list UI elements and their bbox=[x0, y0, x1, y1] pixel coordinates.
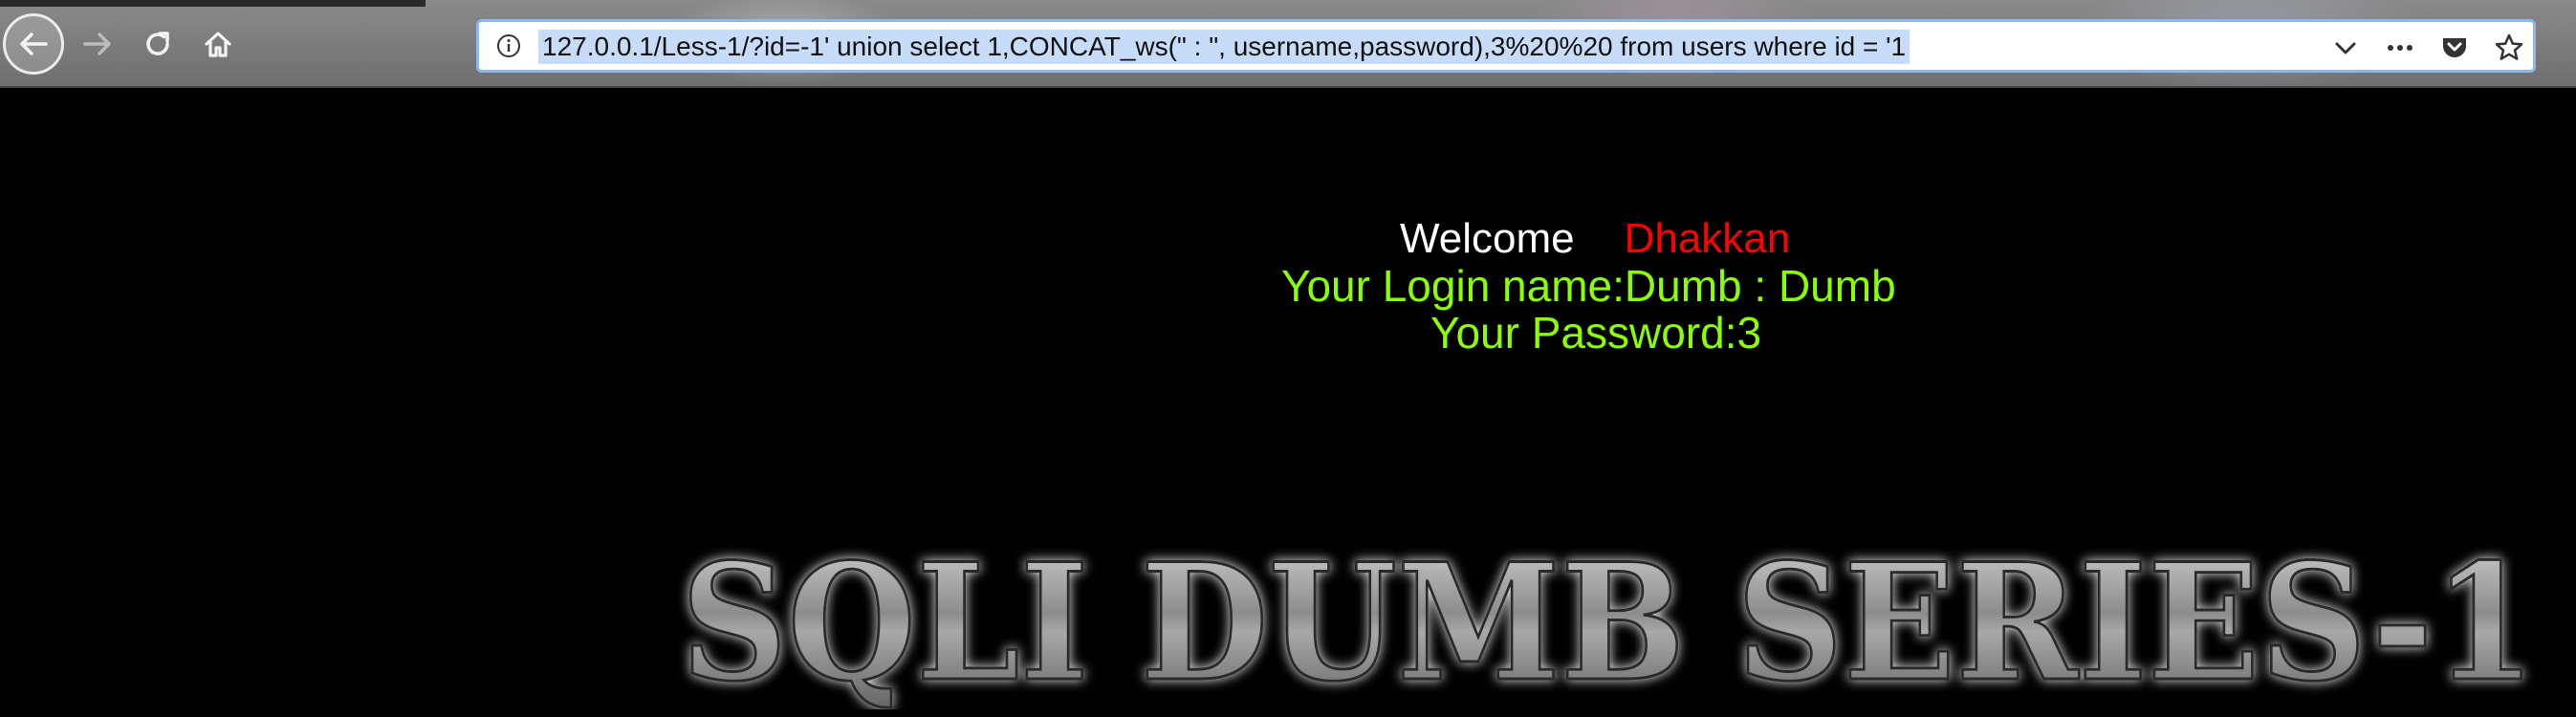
reload-button[interactable] bbox=[127, 13, 188, 75]
info-icon[interactable] bbox=[496, 33, 521, 58]
back-button[interactable] bbox=[3, 13, 64, 75]
bookmark-button[interactable] bbox=[2493, 32, 2525, 64]
back-arrow-icon bbox=[20, 33, 48, 55]
star-icon bbox=[2495, 33, 2523, 60]
sqli-dumb-series-banner: SQLI DUMB SERIES-1 bbox=[680, 537, 2538, 709]
password-result: Your Password:3 bbox=[1430, 308, 1762, 358]
url-bar[interactable]: 127.0.0.1/Less-1/?id=-1' union select 1,… bbox=[476, 19, 2536, 73]
chevron-down-icon bbox=[2335, 42, 2356, 54]
forward-arrow-icon bbox=[83, 33, 111, 55]
welcome-label: Welcome bbox=[1400, 215, 1575, 262]
reload-icon bbox=[146, 32, 169, 55]
home-button[interactable] bbox=[187, 13, 249, 75]
welcome-line: Welcome Dhakkan bbox=[1400, 215, 1790, 263]
welcome-name: Dhakkan bbox=[1624, 215, 1791, 262]
more-icon bbox=[2388, 45, 2412, 51]
tab-strip-edge bbox=[0, 0, 426, 7]
url-text[interactable]: 127.0.0.1/Less-1/?id=-1' union select 1,… bbox=[538, 30, 1910, 64]
url-dropdown-button[interactable] bbox=[2329, 32, 2362, 64]
banner-text: SQLI DUMB SERIES-1 bbox=[681, 537, 2536, 709]
pocket-button[interactable] bbox=[2438, 32, 2471, 64]
home-icon bbox=[205, 32, 231, 57]
login-name-result: Your Login name:Dumb : Dumb bbox=[1281, 261, 1896, 311]
forward-button[interactable] bbox=[67, 13, 128, 75]
page-actions-button[interactable] bbox=[2384, 32, 2416, 64]
pocket-icon bbox=[2443, 38, 2466, 57]
page-content: Welcome Dhakkan Your Login name:Dumb : Du… bbox=[0, 88, 2576, 717]
browser-toolbar: 127.0.0.1/Less-1/?id=-1' union select 1,… bbox=[0, 0, 2576, 88]
